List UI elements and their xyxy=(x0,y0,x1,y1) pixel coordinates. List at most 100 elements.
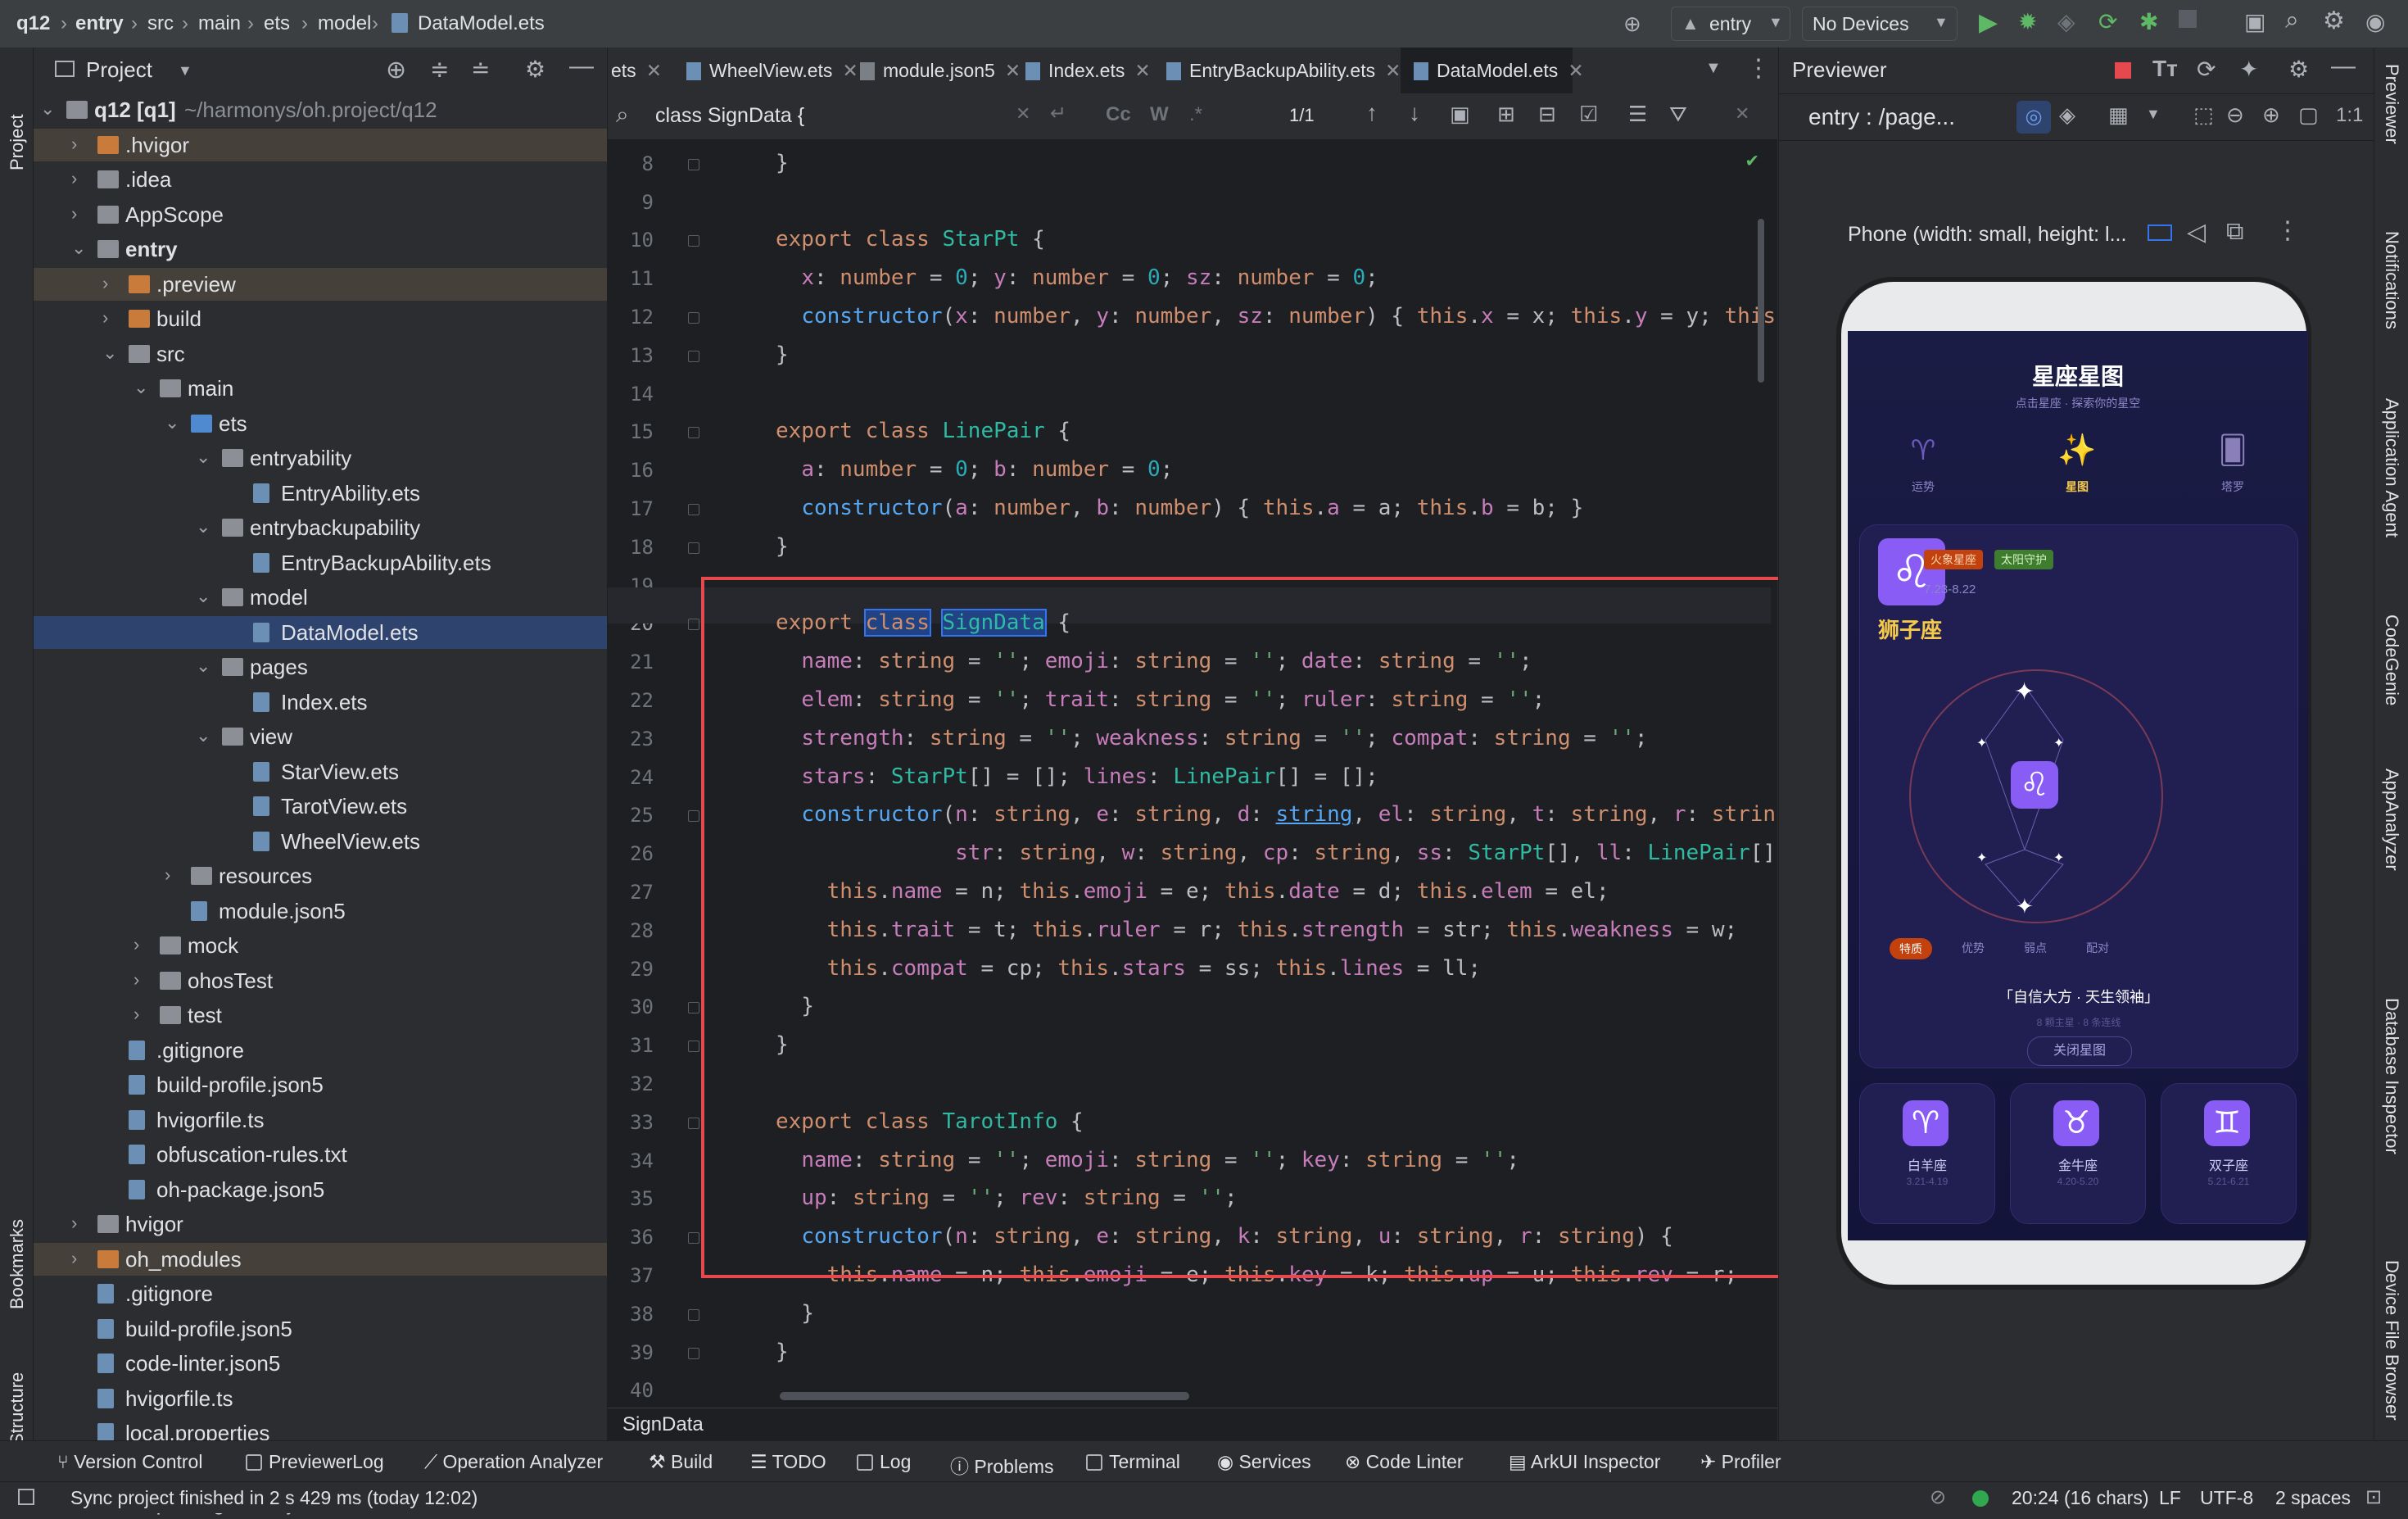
more-icon[interactable]: ⋮ xyxy=(2275,216,2300,245)
fold-marker-icon[interactable] xyxy=(688,619,699,631)
chevron-down-icon[interactable]: ⌄ xyxy=(196,587,210,605)
tree-item[interactable]: .gitignore xyxy=(34,1034,607,1067)
tree-item[interactable]: ⌄ entryability xyxy=(34,442,607,474)
tree-item[interactable]: .gitignore xyxy=(34,1277,607,1310)
arkui-inspector-tab[interactable]: ▤ ArkUI Inspector xyxy=(1509,1451,1660,1473)
stop-icon[interactable] xyxy=(2179,10,2197,28)
structure-tool-button[interactable]: Structure xyxy=(7,1372,28,1445)
code-line[interactable]: x: number = 0; y: number = 0; sz: number… xyxy=(776,265,1378,290)
fold-marker-icon[interactable] xyxy=(688,1002,699,1014)
todo-tab[interactable]: ☰ TODO xyxy=(750,1451,826,1473)
breadcrumb-ets[interactable]: ets xyxy=(264,12,290,35)
fold-marker-icon[interactable] xyxy=(688,1041,699,1053)
tree-item[interactable]: ⌄ q12 [q1] ~/harmonys/oh.project/q12 xyxy=(34,93,607,126)
project-tool-button[interactable]: Project xyxy=(7,115,28,170)
tree-item[interactable]: ⌄ view xyxy=(34,720,607,753)
tree-item[interactable]: › test xyxy=(34,999,607,1032)
chevron-right-icon[interactable]: › xyxy=(71,170,86,188)
remove-selection-icon[interactable]: ⊟ xyxy=(1538,102,1556,127)
file-encoding[interactable]: UTF-8 xyxy=(2200,1487,2253,1509)
fold-marker-icon[interactable] xyxy=(688,810,699,823)
chevron-down-icon[interactable]: ⌄ xyxy=(134,379,148,397)
close-starmap-button[interactable]: 关闭星图 xyxy=(2027,1036,2132,1066)
build-tab[interactable]: ⚒ Build xyxy=(649,1451,713,1473)
profiler-tab[interactable]: ✈ Profiler xyxy=(1700,1451,1781,1473)
whole-words-icon[interactable]: W xyxy=(1150,103,1169,126)
chevron-down-icon[interactable]: ▼ xyxy=(178,62,192,79)
line-separator[interactable]: LF xyxy=(2159,1487,2181,1509)
nav-starmap[interactable]: 星图 xyxy=(2053,478,2102,495)
previous-match-icon[interactable]: ↑ xyxy=(1366,100,1378,126)
fold-marker-icon[interactable] xyxy=(688,1232,699,1245)
tree-item[interactable]: DataModel.ets xyxy=(34,615,607,649)
device-selector[interactable]: No Devices ▼ xyxy=(1802,7,1958,41)
tabs-dropdown-icon[interactable]: ▼ xyxy=(1705,59,1722,78)
tab-traits[interactable]: 特质 xyxy=(1890,938,1932,959)
settings-gear-icon[interactable]: ⚙ xyxy=(2323,7,2345,35)
new-line-icon[interactable]: ↵ xyxy=(1050,102,1066,125)
tab-strengths[interactable]: 优势 xyxy=(1952,940,1994,956)
tree-item[interactable]: EntryBackupAbility.ets xyxy=(34,546,607,579)
target-icon[interactable]: ⊕ xyxy=(1623,11,1641,37)
tree-item[interactable]: ⌄ pages xyxy=(34,651,607,683)
fold-marker-icon[interactable] xyxy=(688,504,699,515)
chevron-right-icon[interactable]: › xyxy=(102,274,117,292)
sign-card-taurus[interactable]: ♉ 金牛座 4.20-5.20 xyxy=(2010,1083,2146,1224)
actual-size-icon[interactable]: 1:1 xyxy=(2336,104,2363,127)
more-icon[interactable]: ⋮ xyxy=(1746,54,1771,83)
code-line[interactable]: } xyxy=(776,534,789,559)
tree-item[interactable]: › ohosTest xyxy=(34,964,607,997)
filter-icon[interactable]: ⛛ xyxy=(1669,102,1687,128)
application-agent-tool-button[interactable]: Application Agent xyxy=(2381,398,2402,537)
tab-index[interactable]: Index.ets ✕ xyxy=(1012,48,1151,93)
code-line[interactable]: export class StarPt { xyxy=(776,227,1045,252)
tree-item[interactable]: › .preview xyxy=(34,267,607,301)
codegenie-tool-button[interactable]: CodeGenie xyxy=(2381,614,2402,705)
chevron-down-icon[interactable]: ⌄ xyxy=(165,413,179,431)
chevron-right-icon[interactable]: › xyxy=(134,970,148,988)
hide-panel-icon[interactable]: — xyxy=(569,52,594,80)
fortune-nav-icon[interactable]: ♈ xyxy=(1899,434,1948,467)
tree-item[interactable]: › build xyxy=(34,302,607,335)
notifications-tool-button[interactable]: Notifications xyxy=(2381,231,2402,329)
code-line[interactable]: export class LinePair { xyxy=(776,419,1070,443)
terminal-tab[interactable]: Terminal xyxy=(1086,1451,1180,1473)
tree-item[interactable]: build-profile.json5 xyxy=(34,1313,607,1345)
code-linter-tab[interactable]: ⊗ Code Linter xyxy=(1345,1451,1464,1473)
clear-icon[interactable]: ✕ xyxy=(1016,103,1030,125)
fullscreen-icon[interactable]: ▢ xyxy=(2298,102,2319,128)
tree-item[interactable]: obfuscation-rules.txt xyxy=(34,1138,607,1171)
tree-item[interactable]: EntryAbility.ets xyxy=(34,477,607,510)
version-control-tab[interactable]: ⑂ Version Control xyxy=(57,1451,202,1473)
chevron-down-icon[interactable]: ⌄ xyxy=(196,727,210,745)
add-selection-icon[interactable]: ⊞ xyxy=(1497,102,1515,127)
chevron-right-icon[interactable]: › xyxy=(71,134,86,152)
breadcrumb-file[interactable]: DataModel.ets xyxy=(418,12,545,35)
module-selector[interactable]: ▲ entry ▼ xyxy=(1671,7,1790,41)
tree-item[interactable]: module.json5 xyxy=(34,895,607,927)
chevron-right-icon[interactable]: › xyxy=(71,1249,86,1267)
refresh-icon[interactable]: ⟳ xyxy=(2197,56,2216,83)
select-all-occurrences-icon[interactable]: ▣ xyxy=(1450,102,1470,127)
tree-item[interactable]: ⌄ main xyxy=(34,372,607,405)
horizontal-scrollbar[interactable] xyxy=(780,1392,1189,1400)
tree-item[interactable]: ⌄ entry xyxy=(34,233,607,265)
project-panel-title[interactable]: Project xyxy=(86,57,152,83)
tab-entrybackupability[interactable]: EntryBackupAbility.ets ✕ xyxy=(1153,48,1401,93)
tab-weaknesses[interactable]: 弱点 xyxy=(2014,940,2057,956)
fold-marker-icon[interactable] xyxy=(688,350,699,362)
pin-icon[interactable]: ✦ xyxy=(2239,56,2258,83)
vertical-scrollbar[interactable] xyxy=(1758,219,1764,383)
run-icon[interactable]: ▶ xyxy=(1979,8,1998,37)
tree-item[interactable]: WheelView.ets xyxy=(34,825,607,858)
problems-tab[interactable]: ⓘ Problems xyxy=(950,1451,1054,1479)
tree-item[interactable]: › AppScope xyxy=(34,198,607,231)
settings-gear-icon[interactable]: ⚙ xyxy=(525,56,545,83)
breadcrumb-model[interactable]: model xyxy=(318,12,371,35)
chevron-down-icon[interactable]: ⌄ xyxy=(40,100,55,118)
indent-setting[interactable]: 2 spaces xyxy=(2275,1487,2351,1509)
close-icon[interactable]: ✕ xyxy=(1385,60,1401,81)
leo-center-icon[interactable]: ♌ xyxy=(2011,761,2058,809)
chevron-right-icon[interactable]: › xyxy=(102,309,117,327)
chevron-right-icon[interactable]: › xyxy=(165,866,179,884)
